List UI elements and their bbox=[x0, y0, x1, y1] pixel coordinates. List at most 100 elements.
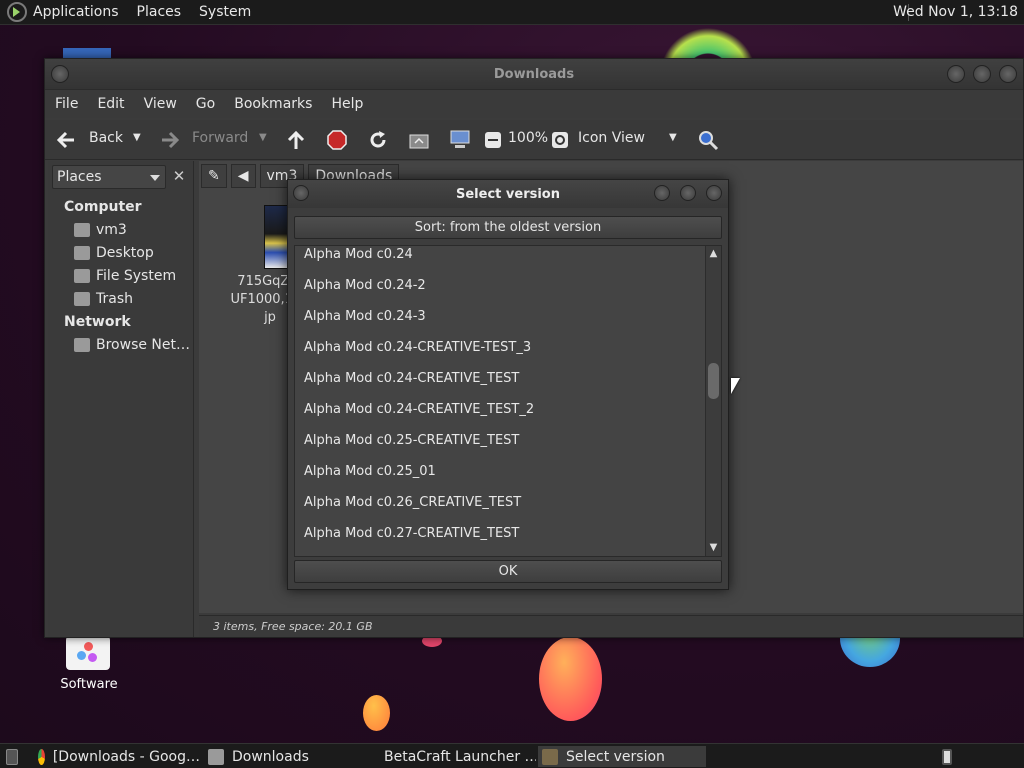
network-icon bbox=[74, 338, 90, 352]
betacraft-icon bbox=[542, 748, 558, 765]
list-item[interactable]: Alpha Mod c0.26_CREATIVE_TEST bbox=[304, 495, 521, 510]
maximize-icon[interactable] bbox=[680, 185, 696, 201]
taskbar-item-downloads[interactable]: Downloads bbox=[204, 746, 370, 767]
computer-icon[interactable] bbox=[449, 129, 471, 151]
software-icon-dot bbox=[77, 651, 86, 660]
path-scroll-left-icon[interactable]: ◀ bbox=[230, 164, 256, 188]
file-manager-titlebar[interactable]: Downloads bbox=[45, 59, 1023, 90]
stop-icon[interactable] bbox=[326, 129, 348, 151]
sidebar-item-file-system[interactable]: File System bbox=[74, 268, 176, 284]
places-combo[interactable]: Places bbox=[52, 165, 166, 189]
software-icon-dot bbox=[84, 642, 93, 651]
list-item[interactable]: Alpha Mod c0.24-CREATIVE_TEST bbox=[304, 371, 519, 386]
list-item[interactable]: Alpha Mod c0.25-CREATIVE_TEST bbox=[304, 433, 519, 448]
maximize-icon[interactable] bbox=[973, 65, 991, 83]
location-toggle-icon[interactable]: ✎ bbox=[201, 164, 227, 188]
view-mode-select[interactable]: Icon View bbox=[578, 130, 645, 146]
file-manager-title: Downloads bbox=[493, 67, 575, 82]
forward-button[interactable]: Forward bbox=[192, 130, 248, 146]
scrollbar-thumb[interactable] bbox=[708, 363, 719, 399]
software-icon-dot bbox=[88, 653, 97, 662]
sidebar-item-label: Desktop bbox=[96, 245, 154, 261]
workspace-switcher-icon[interactable] bbox=[938, 746, 960, 767]
home-folder-icon bbox=[74, 223, 90, 237]
folder-icon bbox=[208, 748, 224, 765]
scroll-down-icon[interactable]: ▼ bbox=[706, 541, 721, 555]
trash-icon bbox=[74, 292, 90, 306]
status-bar: 3 items, Free space: 20.1 GB bbox=[199, 615, 1023, 637]
list-item[interactable]: Alpha Mod c0.24-CREATIVE_TEST_2 bbox=[304, 402, 534, 417]
list-item[interactable]: Alpha Mod c0.24-CREATIVE-TEST_3 bbox=[304, 340, 531, 355]
minimize-icon[interactable] bbox=[947, 65, 965, 83]
show-desktop-icon[interactable] bbox=[2, 746, 26, 767]
close-icon[interactable] bbox=[706, 185, 722, 201]
list-item[interactable]: Alpha Mod c0.25_01 bbox=[304, 464, 436, 479]
distro-logo-icon[interactable] bbox=[7, 2, 27, 22]
zoom-level[interactable]: 100% bbox=[508, 130, 548, 146]
minimize-icon[interactable] bbox=[654, 185, 670, 201]
scroll-up-icon[interactable]: ▲ bbox=[706, 247, 721, 261]
list-scrollbar[interactable]: ▲ ▼ bbox=[705, 246, 721, 556]
places-menu[interactable]: Places bbox=[137, 4, 182, 20]
sidebar-item-desktop[interactable]: Desktop bbox=[74, 245, 154, 261]
menu-view[interactable]: View bbox=[144, 96, 177, 112]
dialog-titlebar[interactable]: Select version bbox=[288, 180, 728, 208]
workspace-icon bbox=[942, 748, 952, 765]
back-arrow-icon[interactable] bbox=[55, 129, 77, 151]
software-icon[interactable] bbox=[66, 636, 110, 670]
file-manager-menubar: File Edit View Go Bookmarks Help bbox=[45, 90, 1023, 118]
list-item[interactable]: Alpha Mod c0.24 bbox=[304, 247, 413, 262]
close-icon[interactable] bbox=[999, 65, 1017, 83]
list-item[interactable]: Alpha Mod c0.27-CREATIVE_TEST bbox=[304, 526, 519, 541]
applications-menu[interactable]: Applications bbox=[33, 4, 119, 20]
sidebar-close-icon[interactable]: ✕ bbox=[170, 167, 188, 185]
taskbar-item-label: Downloads bbox=[232, 748, 309, 765]
back-button[interactable]: Back bbox=[89, 130, 123, 146]
sidebar-item-browse-network[interactable]: Browse Net… bbox=[74, 337, 190, 353]
zoom-in-icon[interactable] bbox=[549, 129, 571, 151]
taskbar-item-betacraft[interactable]: BetaCraft Launcher … bbox=[372, 746, 536, 767]
view-mode-chevron-icon[interactable]: ▼ bbox=[669, 132, 677, 143]
sidebar-item-label: Trash bbox=[96, 291, 133, 307]
sidebar-item-vm3[interactable]: vm3 bbox=[74, 222, 127, 238]
sort-button[interactable]: Sort: from the oldest version bbox=[294, 216, 722, 239]
drive-icon bbox=[74, 269, 90, 283]
back-history-chevron-icon[interactable]: ▼ bbox=[133, 132, 141, 143]
taskbar-item-label: BetaCraft Launcher … bbox=[384, 748, 536, 765]
mouse-cursor-icon bbox=[731, 378, 740, 394]
clock[interactable]: Wed Nov 1, 13:18 bbox=[893, 4, 1018, 20]
search-icon[interactable] bbox=[697, 129, 719, 151]
sidebar-item-label: vm3 bbox=[96, 222, 127, 238]
wallpaper-small-blob bbox=[363, 695, 390, 731]
up-arrow-icon[interactable] bbox=[285, 129, 307, 151]
list-item[interactable]: Alpha Mod c0.24-2 bbox=[304, 278, 426, 293]
home-folder-icon[interactable] bbox=[408, 129, 430, 151]
sidebar-heading-computer: Computer bbox=[64, 199, 142, 215]
bottom-taskbar: [Downloads - Goog… Downloads BetaCraft L… bbox=[0, 743, 1024, 768]
software-label[interactable]: Software bbox=[50, 677, 128, 692]
menu-help[interactable]: Help bbox=[331, 96, 363, 112]
taskbar-item-label: Select version bbox=[566, 748, 665, 765]
places-sidebar: Places ✕ Computer vm3 Desktop File Syste… bbox=[48, 161, 194, 637]
zoom-out-icon[interactable] bbox=[482, 129, 504, 151]
reload-icon[interactable] bbox=[367, 129, 389, 151]
menu-file[interactable]: File bbox=[55, 96, 78, 112]
ok-button[interactable]: OK bbox=[294, 560, 722, 583]
chrome-icon bbox=[38, 748, 45, 765]
desktop-icon bbox=[6, 748, 18, 765]
menu-bookmarks[interactable]: Bookmarks bbox=[234, 96, 312, 112]
sidebar-item-trash[interactable]: Trash bbox=[74, 291, 133, 307]
list-item[interactable]: Alpha Mod c0.24-3 bbox=[304, 309, 426, 324]
taskbar-item-chrome[interactable]: [Downloads - Goog… bbox=[34, 746, 200, 767]
wallpaper-orange-blob bbox=[539, 637, 602, 721]
forward-history-chevron-icon[interactable]: ▼ bbox=[259, 132, 267, 143]
menu-edit[interactable]: Edit bbox=[97, 96, 124, 112]
system-menu[interactable]: System bbox=[199, 4, 251, 20]
places-combo-value: Places bbox=[57, 169, 102, 185]
select-version-dialog: Select version Sort: from the oldest ver… bbox=[287, 179, 729, 590]
top-panel: Applications Places System Wed Nov 1, 13… bbox=[0, 0, 1024, 25]
forward-arrow-icon[interactable] bbox=[159, 129, 181, 151]
version-list[interactable]: Alpha Mod c0.24 Alpha Mod c0.24-2 Alpha … bbox=[294, 245, 722, 557]
taskbar-item-select-version[interactable]: Select version bbox=[538, 746, 706, 767]
menu-go[interactable]: Go bbox=[196, 96, 215, 112]
